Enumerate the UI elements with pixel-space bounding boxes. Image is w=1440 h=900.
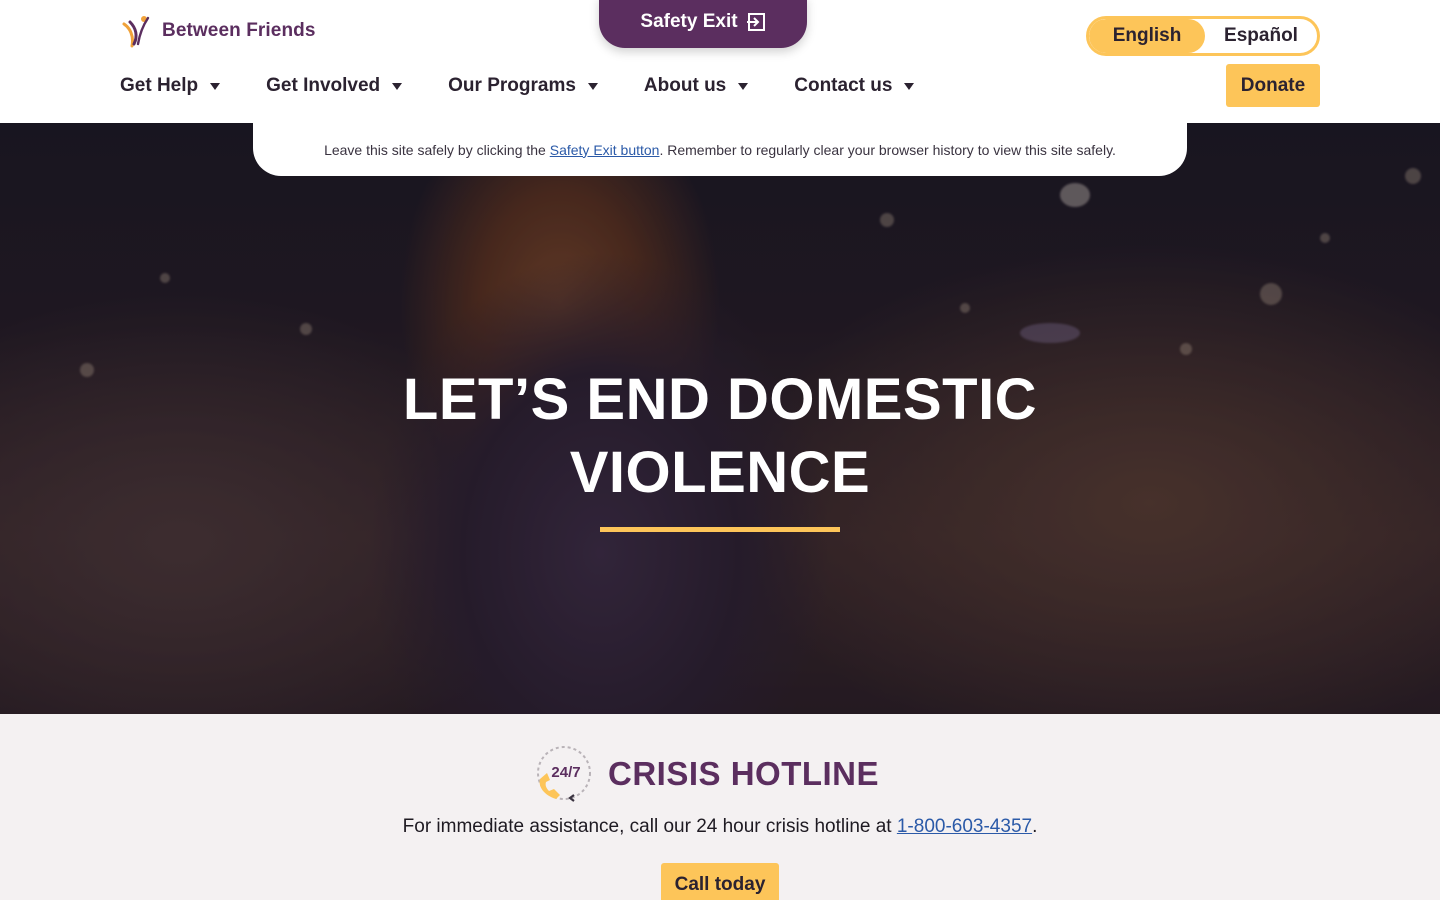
caret-down-icon <box>210 82 221 90</box>
crisis-title: CRISIS HOTLINE <box>608 755 880 792</box>
language-english-button[interactable]: English <box>1089 19 1205 53</box>
exit-icon <box>746 13 765 31</box>
logo-text: Between Friends <box>162 20 316 41</box>
hero-title: LET’S END DOMESTIC VIOLENCE <box>320 363 1120 509</box>
logo-link[interactable]: Between Friends <box>120 14 316 48</box>
phone-24-7-icon: 24/7 <box>537 746 591 802</box>
crisis-description: For immediate assistance, call our 24 ho… <box>402 816 1038 837</box>
caret-down-icon <box>392 82 403 90</box>
nav-item-our-programs[interactable]: Our Programs <box>448 75 598 97</box>
nav-item-contact-us[interactable]: Contact us <box>794 75 915 97</box>
nav-item-label: About us <box>643 75 727 96</box>
nav-item-label: Get Help <box>120 75 199 96</box>
call-today-button[interactable]: Call today <box>661 863 779 900</box>
hero-banner: LET’S END DOMESTIC VIOLENCE <box>0 123 1440 714</box>
main-nav: Get Help Get Involved Our Programs About… <box>120 70 960 102</box>
site-header: Between Friends Safety Exit English Espa… <box>0 0 1440 123</box>
logo-icon <box>122 16 150 48</box>
hero-divider <box>600 527 840 532</box>
phone-icon-label: 24/7 <box>551 764 580 781</box>
caret-down-icon <box>587 82 598 90</box>
hotline-phone-link[interactable]: 1-800-603-4357 <box>897 816 1032 837</box>
nav-item-get-involved[interactable]: Get Involved <box>266 75 403 97</box>
caret-down-icon <box>738 82 749 90</box>
language-spanish-button[interactable]: Español <box>1205 19 1317 53</box>
hero-title-line-1: LET’S END DOMESTIC <box>402 367 1038 432</box>
nav-item-about-us[interactable]: About us <box>643 75 749 97</box>
language-toggle: English Español <box>1086 16 1320 56</box>
safety-exit-button[interactable]: Safety Exit <box>599 0 807 48</box>
safety-notice-banner: Leave this site safely by clicking the S… <box>253 123 1187 176</box>
caret-down-icon <box>904 82 915 90</box>
crisis-heading: 24/7 CRISIS HOTLINE <box>534 745 879 803</box>
nav-item-get-help[interactable]: Get Help <box>120 75 221 97</box>
donate-button[interactable]: Donate <box>1226 64 1320 107</box>
hero-title-line-2: VIOLENCE <box>569 440 871 505</box>
safety-notice-text: Leave this site safely by clicking the S… <box>324 141 1116 158</box>
safety-exit-label: Safety Exit <box>640 11 738 32</box>
crisis-hotline-section: 24/7 CRISIS HOTLINE For immediate assist… <box>0 714 1440 900</box>
nav-item-label: Get Involved <box>266 75 381 96</box>
nav-item-label: Contact us <box>794 75 893 96</box>
safety-exit-link[interactable]: Safety Exit button <box>550 142 660 158</box>
nav-item-label: Our Programs <box>448 75 576 96</box>
